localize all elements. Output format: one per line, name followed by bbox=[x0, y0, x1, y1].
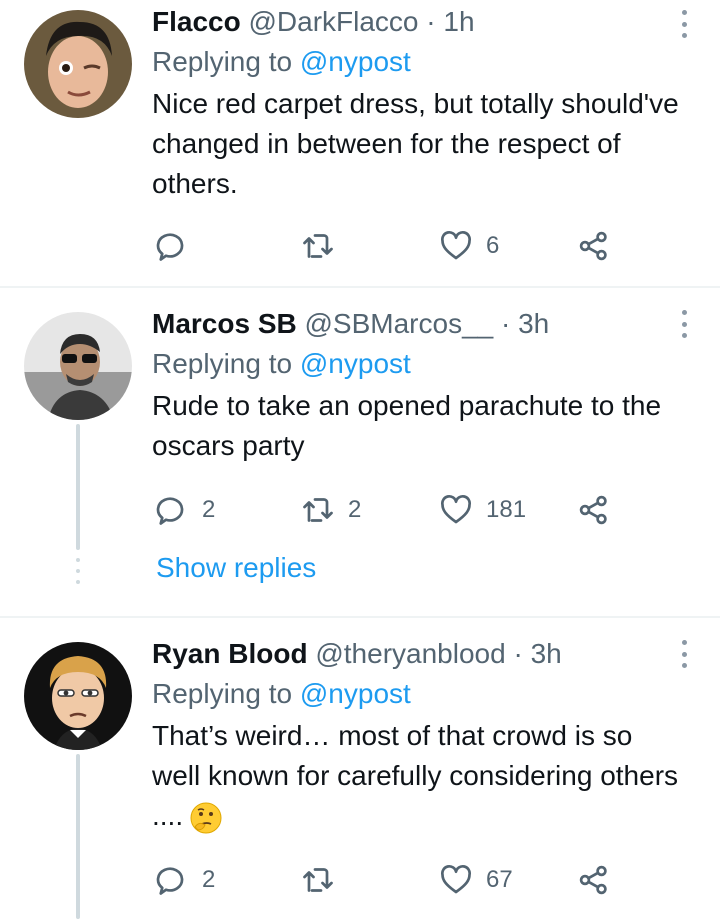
share-button[interactable] bbox=[576, 860, 612, 900]
like-count: 181 bbox=[486, 496, 527, 523]
replying-to-label: Replying to bbox=[152, 46, 293, 77]
user-handle[interactable]: @SBMarcos__ bbox=[305, 308, 494, 339]
reply-button[interactable] bbox=[154, 226, 202, 266]
avatar[interactable] bbox=[24, 642, 132, 750]
like-button[interactable]: 181 bbox=[438, 490, 526, 530]
action-bar: 2 2 181 bbox=[152, 490, 622, 530]
heart-icon bbox=[441, 865, 471, 894]
tweet-marcos[interactable]: Marcos SB @SBMarcos__ · 3h Replying to @… bbox=[0, 288, 720, 616]
show-replies-link[interactable]: Show replies bbox=[156, 552, 316, 584]
like-count: 67 bbox=[486, 866, 513, 893]
timestamp[interactable]: 1h bbox=[443, 6, 474, 37]
action-bar: 2 67 bbox=[152, 860, 622, 900]
thread-line bbox=[76, 754, 80, 919]
mention-link[interactable]: @nypost bbox=[300, 46, 411, 77]
reply-icon bbox=[156, 867, 184, 895]
avatar[interactable] bbox=[24, 312, 132, 420]
timestamp[interactable]: 3h bbox=[531, 638, 562, 669]
user-handle[interactable]: @DarkFlacco bbox=[248, 6, 418, 37]
share-icon bbox=[579, 495, 607, 525]
thread-line bbox=[76, 424, 80, 550]
like-button[interactable]: 6 bbox=[438, 226, 499, 266]
retweet-icon bbox=[303, 868, 333, 892]
reply-icon bbox=[156, 233, 184, 261]
share-icon bbox=[579, 231, 607, 261]
tweet-text: That’s weird… most of that crowd is so w… bbox=[152, 720, 679, 831]
reply-button[interactable]: 2 bbox=[154, 860, 215, 900]
tweet-text: Rude to take an opened parachute to the … bbox=[152, 390, 662, 461]
share-icon bbox=[579, 865, 607, 895]
replying-to: Replying to @nypost bbox=[152, 346, 682, 382]
retweet-icon bbox=[303, 234, 333, 258]
separator: · bbox=[513, 638, 523, 669]
separator: · bbox=[501, 308, 511, 339]
more-icon[interactable] bbox=[678, 310, 690, 338]
action-bar: 6 bbox=[152, 226, 622, 266]
like-button[interactable]: 67 bbox=[438, 860, 513, 900]
user-handle[interactable]: @theryanblood bbox=[315, 638, 505, 669]
reply-count: 2 bbox=[202, 866, 216, 893]
more-icon[interactable] bbox=[678, 640, 690, 668]
timestamp[interactable]: 3h bbox=[518, 308, 549, 339]
more-icon[interactable] bbox=[678, 10, 690, 38]
mention-link[interactable]: @nypost bbox=[300, 678, 411, 709]
tweet-text-wrapper: That’s weird… most of that crowd is so w… bbox=[152, 716, 682, 836]
reply-count: 2 bbox=[202, 496, 216, 523]
tweet-ryan[interactable]: Ryan Blood @theryanblood · 3h Replying t… bbox=[0, 618, 720, 919]
replying-to: Replying to @nypost bbox=[152, 44, 682, 80]
display-name[interactable]: Marcos SB bbox=[152, 308, 297, 339]
replying-to-label: Replying to bbox=[152, 678, 293, 709]
separator: · bbox=[426, 6, 436, 37]
retweet-count: 2 bbox=[348, 496, 362, 523]
share-button[interactable] bbox=[576, 226, 612, 266]
tweet-header: Ryan Blood @theryanblood · 3h bbox=[152, 636, 682, 672]
avatar[interactable] bbox=[24, 10, 132, 118]
retweet-button[interactable]: 2 bbox=[300, 490, 361, 530]
replying-to-label: Replying to bbox=[152, 348, 293, 379]
reply-button[interactable]: 2 bbox=[154, 490, 215, 530]
share-button[interactable] bbox=[576, 490, 612, 530]
thread-continuation-dots bbox=[76, 558, 80, 584]
tweet-flacco[interactable]: Flacco @DarkFlacco · 1h Replying to @nyp… bbox=[0, 0, 720, 286]
retweet-button[interactable] bbox=[300, 860, 348, 900]
tweet-header: Flacco @DarkFlacco · 1h bbox=[152, 4, 682, 40]
replying-to: Replying to @nypost bbox=[152, 676, 682, 712]
display-name[interactable]: Flacco bbox=[152, 6, 241, 37]
retweet-icon bbox=[303, 498, 333, 522]
like-count: 6 bbox=[486, 232, 500, 259]
heart-icon bbox=[441, 495, 471, 524]
retweet-button[interactable] bbox=[300, 226, 348, 266]
heart-icon bbox=[441, 231, 471, 260]
tweet-header: Marcos SB @SBMarcos__ · 3h bbox=[152, 306, 682, 342]
mention-link[interactable]: @nypost bbox=[300, 348, 411, 379]
thinking-face-emoji bbox=[189, 801, 223, 835]
display-name[interactable]: Ryan Blood bbox=[152, 638, 308, 669]
tweet-text: Nice red carpet dress, but totally shoul… bbox=[152, 88, 679, 199]
reply-icon bbox=[156, 497, 184, 525]
